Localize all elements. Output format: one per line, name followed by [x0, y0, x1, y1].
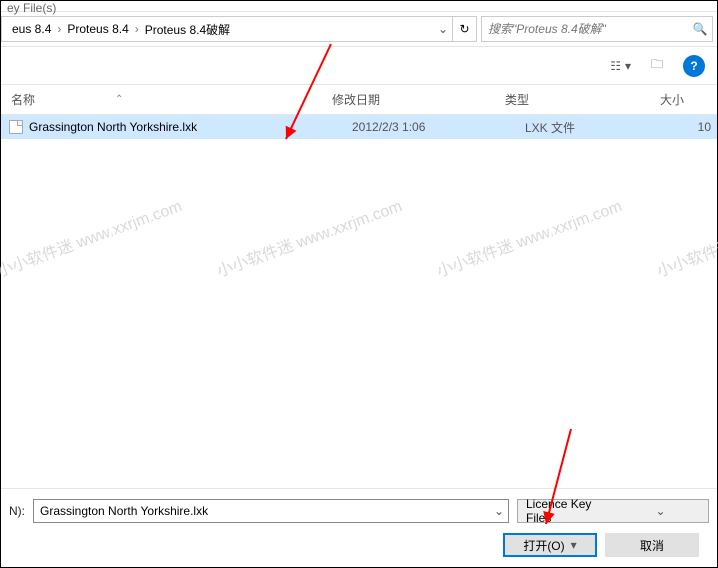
breadcrumb[interactable]: eus 8.4 › Proteus 8.4 › Proteus 8.4破解 ⌄ … — [1, 16, 477, 42]
title-bar: ey File(s) — [1, 1, 717, 11]
filename-combobox[interactable]: ⌄ — [33, 499, 509, 523]
list-icon: ☷ — [610, 59, 621, 73]
watermark-text: 小小软件迷 www.xxrjm.com — [653, 192, 718, 281]
address-bar: eus 8.4 › Proteus 8.4 › Proteus 8.4破解 ⌄ … — [1, 11, 717, 47]
open-button[interactable]: 打开(O) ▾ — [503, 533, 597, 557]
filter-text: Licence Key Files — [518, 497, 613, 525]
watermark-text: 小小软件迷 www.xxrjm.com — [433, 192, 625, 281]
title-fragment: ey File(s) — [7, 1, 56, 15]
file-row[interactable]: Grassington North Yorkshire.lxk 2012/2/3… — [1, 115, 717, 139]
search-input[interactable] — [482, 22, 688, 36]
file-date-cell: 2012/2/3 1:06 — [322, 120, 495, 134]
file-list: Grassington North Yorkshire.lxk 2012/2/3… — [1, 115, 717, 395]
file-name-cell: Grassington North Yorkshire.lxk — [1, 120, 322, 134]
crumb-1[interactable]: Proteus 8.4 — [61, 22, 134, 36]
watermark-text: 小小软件迷 www.xxrjm.com — [213, 192, 405, 281]
cancel-button[interactable]: 取消 — [605, 533, 699, 557]
file-icon — [9, 120, 23, 134]
column-header-name[interactable]: 名称 ⌃ — [1, 91, 322, 108]
toolbar: ☷ ▾ 🗀 ? — [1, 47, 717, 85]
refresh-icon[interactable]: ↻ — [452, 16, 476, 42]
filename-row: N): ⌄ Licence Key Files ⌄ — [9, 499, 709, 523]
file-size-cell: 10 — [650, 120, 717, 134]
crumb-0[interactable]: eus 8.4 — [6, 22, 57, 36]
search-icon[interactable]: 🔍 — [688, 22, 712, 36]
filename-label: N): — [9, 504, 25, 518]
view-mode-button[interactable]: ☷ ▾ — [610, 59, 631, 73]
filename-input[interactable] — [34, 504, 490, 518]
sort-indicator-icon: ⌃ — [115, 94, 123, 105]
open-button-label: 打开(O) — [523, 537, 564, 554]
chevron-down-icon[interactable]: ⌄ — [613, 504, 708, 518]
chevron-down-icon[interactable]: ⌄ — [490, 504, 508, 518]
dropdown-icon: ▾ — [625, 59, 631, 73]
column-header-size[interactable]: 大小 — [650, 91, 711, 108]
column-header-type[interactable]: 类型 — [495, 91, 650, 108]
watermark-text: 小小软件迷 www.xxrjm.com — [0, 192, 185, 281]
column-header-date[interactable]: 修改日期 — [322, 91, 495, 108]
folder-options-icon[interactable]: 🗀 — [651, 55, 663, 76]
help-icon[interactable]: ? — [683, 55, 705, 77]
split-dropdown-icon[interactable]: ▾ — [571, 538, 577, 552]
history-dropdown-icon[interactable]: ⌄ — [434, 22, 452, 36]
column-header-row: 名称 ⌃ 修改日期 类型 大小 — [1, 85, 717, 115]
filter-combobox[interactable]: Licence Key Files ⌄ — [517, 499, 709, 523]
crumb-2[interactable]: Proteus 8.4破解 — [139, 21, 236, 38]
file-type-cell: LXK 文件 — [495, 119, 650, 136]
file-name-text: Grassington North Yorkshire.lxk — [29, 120, 197, 134]
bottom-bar: N): ⌄ Licence Key Files ⌄ 打开(O) ▾ 取消 — [1, 488, 717, 567]
button-row: 打开(O) ▾ 取消 — [9, 533, 709, 557]
header-name-label: 名称 — [11, 91, 35, 108]
search-box[interactable]: 🔍 — [481, 16, 713, 42]
